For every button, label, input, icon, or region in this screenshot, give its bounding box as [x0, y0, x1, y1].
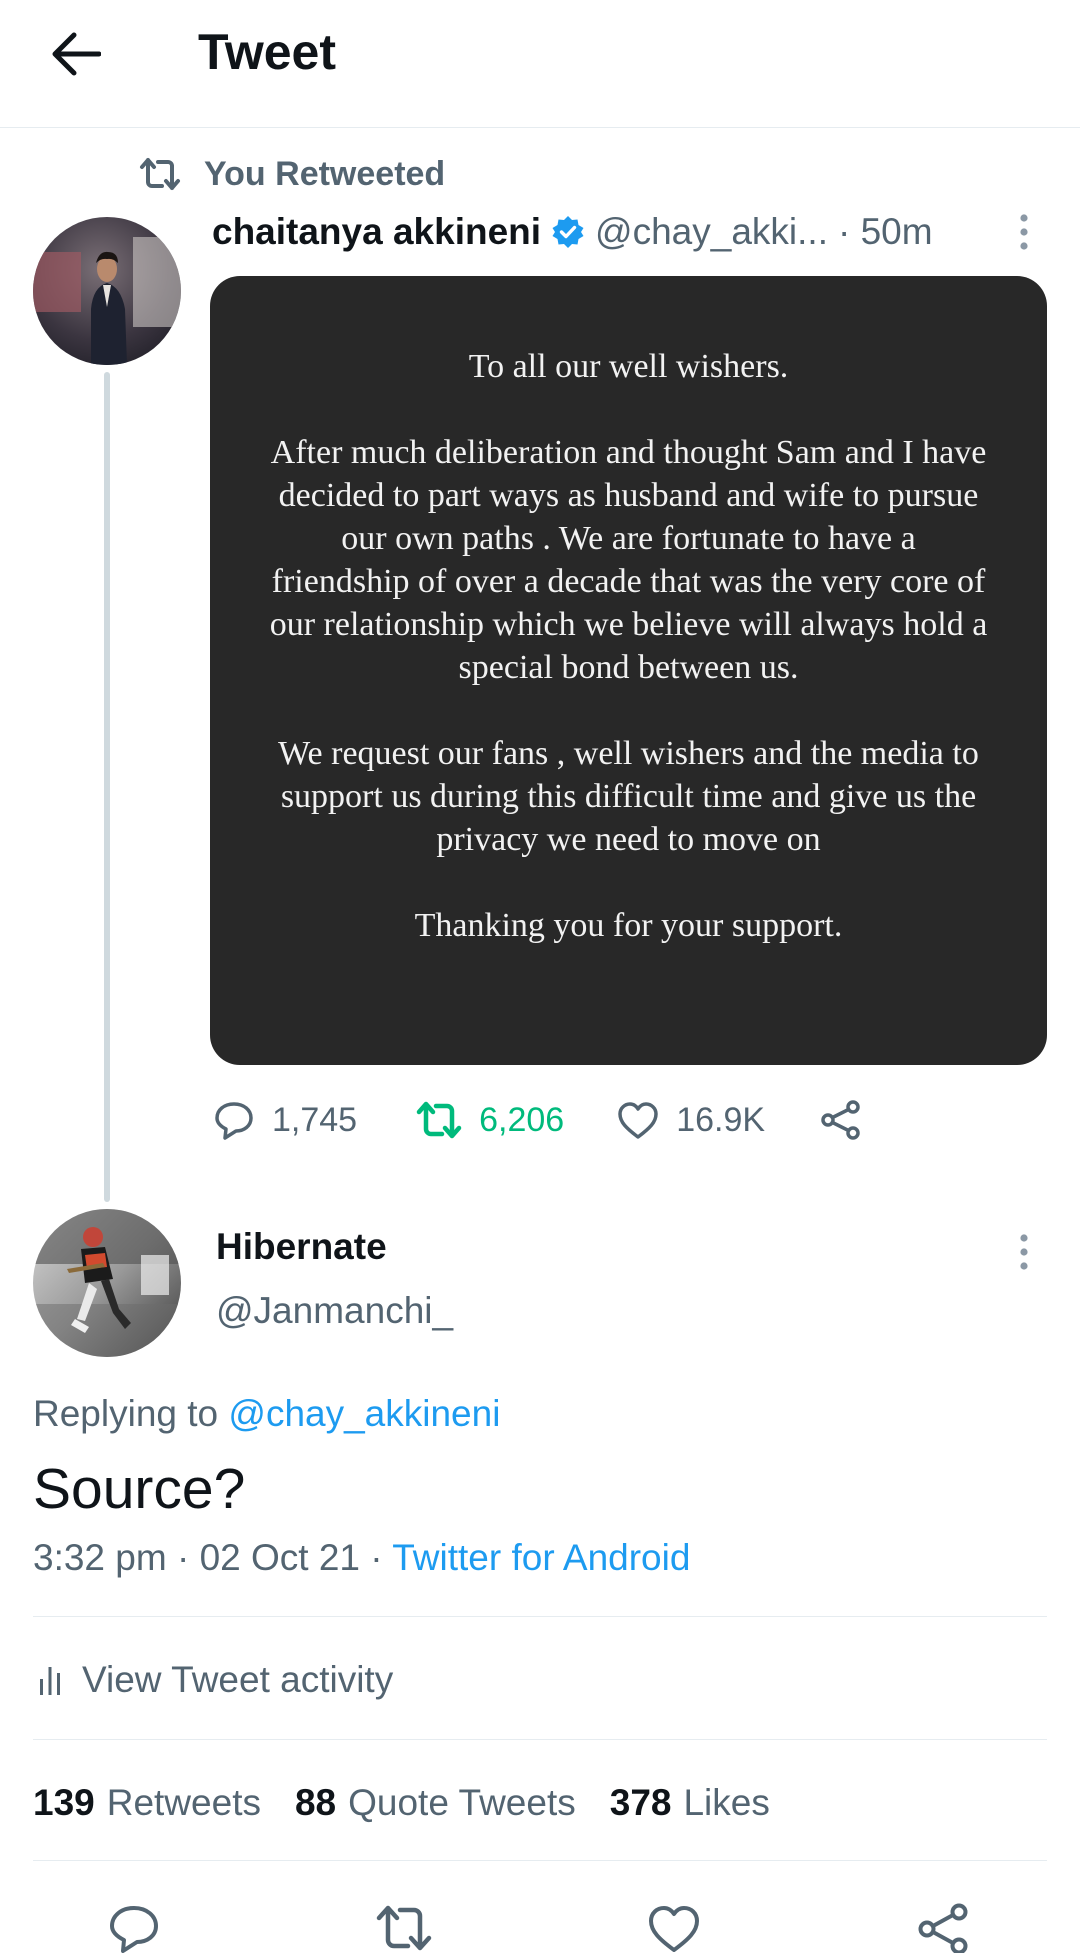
retweet-count: 6,206 — [479, 1100, 565, 1139]
retweets-stat[interactable]: 139 Retweets — [33, 1782, 261, 1824]
share-button[interactable] — [916, 1900, 976, 1953]
reply-author-handle[interactable]: @Janmanchi_ — [216, 1290, 453, 1332]
avatar-chaitanya[interactable] — [33, 217, 181, 365]
divider — [33, 1860, 1047, 1861]
retweet-button[interactable] — [374, 1900, 434, 1953]
retweet-icon — [140, 158, 180, 190]
share-icon — [821, 1100, 860, 1140]
like-count: 16.9K — [676, 1100, 766, 1139]
view-tweet-activity-button[interactable]: View Tweet activity — [38, 1655, 393, 1705]
reply-author-name[interactable]: Hibernate — [216, 1226, 387, 1268]
top-app-bar: Tweet — [0, 0, 1080, 128]
quote-tweets-stat[interactable]: 88 Quote Tweets — [295, 1782, 576, 1824]
original-tweet-actions: 1,745 6,206 16.9K — [212, 1095, 863, 1145]
replying-to-mention-link[interactable]: @chay_akkineni — [228, 1393, 500, 1434]
original-tweet-more-button[interactable] — [1004, 206, 1044, 258]
like-icon — [649, 1906, 699, 1952]
reply-button[interactable]: 1,745 — [212, 1098, 357, 1142]
avatar-photo — [33, 1209, 181, 1357]
original-tweet-header: chaitanya akkineni @chay_akki... · 50m — [212, 206, 933, 258]
back-button[interactable] — [44, 22, 108, 86]
retweet-icon — [376, 1905, 432, 1951]
replying-to-prefix: Replying to — [33, 1393, 219, 1434]
tweet-source-link[interactable]: Twitter for Android — [392, 1537, 690, 1578]
divider — [33, 1739, 1047, 1740]
statement-paragraph: After much deliberation and thought Sam … — [269, 434, 988, 686]
tweet-timestamp: 3:32 pm · 02 Oct 21 · — [33, 1537, 383, 1578]
retweets-stat-label: Retweets — [106, 1782, 261, 1823]
verified-badge-icon — [551, 215, 585, 249]
retweet-banner-label: You Retweeted — [204, 154, 446, 193]
divider — [33, 1616, 1047, 1617]
original-tweet-time: · 50m — [837, 211, 933, 252]
share-button[interactable] — [819, 1098, 863, 1142]
reply-button[interactable] — [106, 1900, 166, 1953]
likes-stat[interactable]: 378 Likes — [610, 1782, 770, 1824]
thread-connector-line — [104, 372, 110, 1202]
reply-icon — [110, 1906, 158, 1953]
avatar-photo — [33, 217, 181, 365]
reply-tweet-text: Source? — [33, 1457, 246, 1521]
original-author-handle[interactable]: @chay_akki... — [595, 211, 828, 253]
retweet-icon — [416, 1101, 462, 1139]
quote-tweets-stat-count: 88 — [294, 1782, 337, 1823]
share-icon — [918, 1903, 968, 1953]
reply-icon — [215, 1102, 253, 1140]
statement-paragraph: We request our fans , well wishers and t… — [278, 735, 979, 858]
like-button[interactable]: 16.9K — [616, 1100, 765, 1140]
likes-stat-label: Likes — [683, 1782, 770, 1823]
statement-paragraph: To all our well wishers. — [468, 348, 789, 385]
retweet-button[interactable]: 6,206 — [415, 1099, 564, 1141]
retweets-stat-count: 139 — [33, 1782, 95, 1823]
view-tweet-activity-label: View Tweet activity — [82, 1659, 394, 1700]
like-button[interactable] — [646, 1900, 706, 1953]
like-icon — [618, 1102, 658, 1139]
reply-tweet-more-button[interactable] — [1004, 1226, 1044, 1278]
more-vertical-icon — [1020, 214, 1028, 250]
page-title: Tweet — [198, 24, 336, 80]
back-arrow-icon — [52, 32, 101, 76]
replying-to-line: Replying to @chay_akkineni — [33, 1393, 500, 1435]
statement-paragraph: Thanking you for your support. — [414, 907, 843, 944]
reply-tweet-actions — [0, 1900, 1080, 1953]
original-author-name[interactable]: chaitanya akkineni — [212, 211, 541, 253]
tweet-stats: 139 Retweets 88 Quote Tweets 378 Likes — [33, 1778, 804, 1828]
likes-stat-count: 378 — [609, 1782, 672, 1823]
tweet-timestamp-line: 3:32 pm · 02 Oct 21 · Twitter for Androi… — [33, 1537, 690, 1579]
more-vertical-icon — [1020, 1234, 1028, 1270]
tweet-image-statement[interactable]: To all our well wishers. After much deli… — [210, 276, 1047, 1065]
retweet-banner[interactable]: You Retweeted — [138, 152, 445, 196]
quote-tweets-stat-label: Quote Tweets — [348, 1782, 576, 1823]
reply-count: 1,745 — [272, 1100, 358, 1139]
avatar-hibernate[interactable] — [33, 1209, 181, 1357]
activity-chart-icon — [40, 1667, 60, 1695]
